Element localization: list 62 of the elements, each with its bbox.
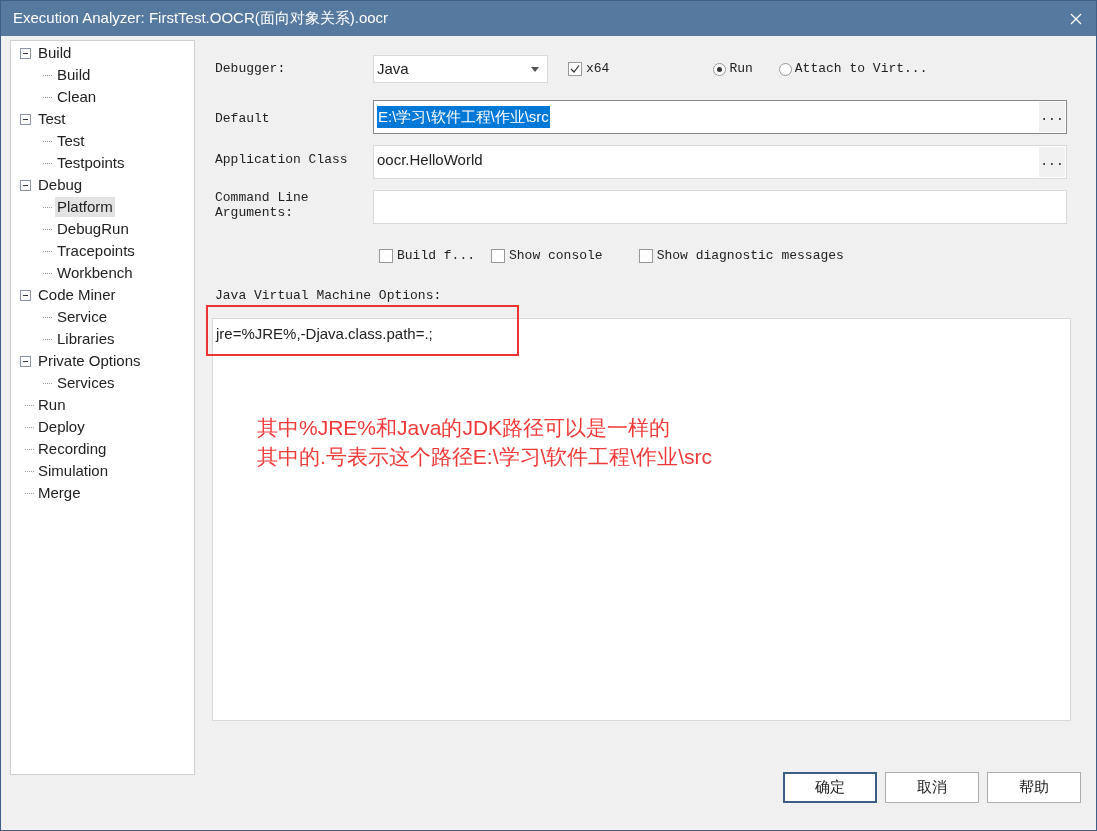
window-title: Execution Analyzer: FirstTest.OOCR(面向对象关系).oocr [13,8,389,29]
checkmark-icon [570,64,580,74]
dialog-button[interactable]: 取消 [885,772,979,803]
tree-item[interactable]: Clean [55,87,99,107]
field-label: Command Line Arguments: [215,190,310,220]
tree-item[interactable]: Platform [55,197,115,217]
annotation-text: 其中的.号表示这个路径E:\学习\软件工程\作业\src [257,444,713,470]
tree-item[interactable]: Debug [36,175,85,195]
radio-label: Attach to Virt... [794,60,928,79]
checkbox[interactable] [568,62,582,76]
radio-button[interactable] [713,62,727,76]
tree-item[interactable]: Test [36,109,68,129]
tree-item[interactable]: Build [55,65,93,85]
field-label: Application Class [215,151,349,169]
checkbox[interactable] [638,249,653,263]
tree-item[interactable]: Tracepoints [55,241,137,261]
field-value: oocr.HelloWorld [377,150,483,170]
radio-label: Run [729,60,753,79]
class-field[interactable]: oocr.HelloWorld ... [373,145,1067,179]
tree-item[interactable]: Testpoints [55,153,127,173]
checkbox-label: Show diagnostic messages [656,247,844,266]
tree-item[interactable]: Merge [36,483,83,503]
caret-icon [531,66,539,72]
checkbox-label: Build f... [397,247,475,266]
browse-button[interactable]: ... [1039,147,1065,177]
tree-item[interactable]: Deploy [36,417,87,437]
tree-item[interactable]: Services [55,373,117,393]
field-label: Debugger: [215,60,287,79]
tree-item[interactable]: DebugRun [55,219,131,239]
tree-item[interactable]: Service [55,307,110,327]
collapse-icon[interactable] [20,289,31,301]
field-value: E:\学习\软件工程\作业\src [377,105,550,129]
debugger-dropdown[interactable]: Java [373,55,548,83]
tree-item[interactable]: Run [36,395,68,415]
tree-item[interactable]: Test [55,131,87,151]
checkbox-label: Show console [509,247,603,266]
tree-item[interactable]: Simulation [36,461,111,481]
tree-item[interactable]: Build [36,43,74,63]
collapse-icon[interactable] [20,355,31,367]
tree-item[interactable]: Libraries [55,329,117,349]
dialog-button[interactable]: 帮助 [987,772,1081,803]
options-text-area[interactable]: jre=%JRE%,-Djava.class.path=.; 其中%JRE%和Java的JDK路径可以是一样的 其中的.号表示这个路径E:\学习\软件工程\作业\src [212,318,1071,721]
field-label: Java Virtual Machine Options: [215,289,442,303]
directory-field[interactable]: E:\学习\软件工程\作业\src ... [373,100,1067,134]
annotation-text: 其中%JRE%和Java的JDK路径可以是一样的 [257,415,672,441]
tree-item[interactable]: Workbench [55,263,135,283]
field-value: jre=%JRE%,-Djava.class.path=.; [216,325,433,342]
collapse-icon[interactable] [20,113,31,125]
arguments-field[interactable] [373,190,1067,224]
checkbox-label: x64 [586,60,610,79]
collapse-icon[interactable] [20,179,31,191]
checkbox[interactable] [379,249,393,263]
browse-button[interactable]: ... [1039,102,1065,132]
tree-item[interactable]: Recording [36,439,109,459]
close-icon[interactable] [1070,12,1082,25]
collapse-icon[interactable] [20,47,31,59]
radio-button[interactable] [778,62,792,76]
tree-item[interactable]: Private Options [36,351,143,371]
field-label: Default [215,110,271,129]
dialog-button[interactable]: 确定 [783,772,877,803]
checkbox[interactable] [491,249,505,263]
tree-item[interactable]: Code Miner [36,285,118,305]
